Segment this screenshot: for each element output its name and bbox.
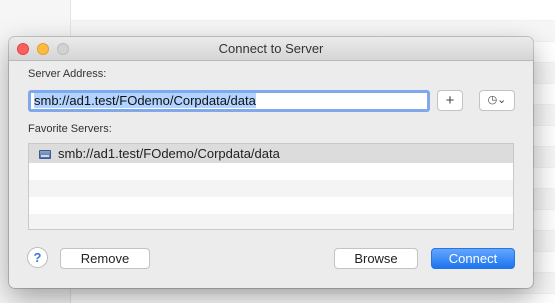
clock-dropdown-icon: ◷⌄ bbox=[487, 94, 507, 106]
question-mark-icon: ? bbox=[33, 250, 42, 265]
server-address-input[interactable]: smb://ad1.test/FOdemo/Corpdata/data bbox=[28, 90, 430, 112]
server-address-value: smb://ad1.test/FOdemo/Corpdata/data bbox=[34, 93, 256, 108]
close-window-button[interactable] bbox=[17, 43, 29, 55]
add-favorite-button[interactable]: + bbox=[437, 90, 463, 111]
minimize-window-button[interactable] bbox=[37, 43, 49, 55]
list-item-empty bbox=[29, 197, 513, 214]
help-button[interactable]: ? bbox=[27, 247, 48, 268]
remove-button[interactable]: Remove bbox=[60, 248, 150, 269]
connect-to-server-dialog: Connect to Server Server Address: smb://… bbox=[9, 37, 533, 288]
list-item-empty bbox=[29, 180, 513, 197]
connect-button[interactable]: Connect bbox=[431, 248, 515, 269]
background-row bbox=[71, 0, 555, 21]
plus-icon: + bbox=[445, 92, 455, 109]
favorite-server-label: smb://ad1.test/FOdemo/Corpdata/data bbox=[58, 146, 280, 161]
list-item[interactable]: smb://ad1.test/FOdemo/Corpdata/data bbox=[29, 144, 513, 163]
favorite-servers-label: Favorite Servers: bbox=[28, 123, 112, 135]
title-bar: Connect to Server bbox=[9, 37, 533, 61]
browse-button[interactable]: Browse bbox=[334, 248, 418, 269]
network-server-icon bbox=[39, 150, 51, 159]
list-item-empty bbox=[29, 163, 513, 180]
favorite-servers-list[interactable]: smb://ad1.test/FOdemo/Corpdata/data bbox=[28, 143, 514, 230]
window-title: Connect to Server bbox=[218, 41, 324, 56]
recent-servers-button[interactable]: ◷⌄ bbox=[479, 90, 515, 111]
zoom-window-button[interactable] bbox=[57, 43, 69, 55]
server-address-label: Server Address: bbox=[28, 68, 107, 80]
list-item-empty bbox=[29, 214, 513, 229]
